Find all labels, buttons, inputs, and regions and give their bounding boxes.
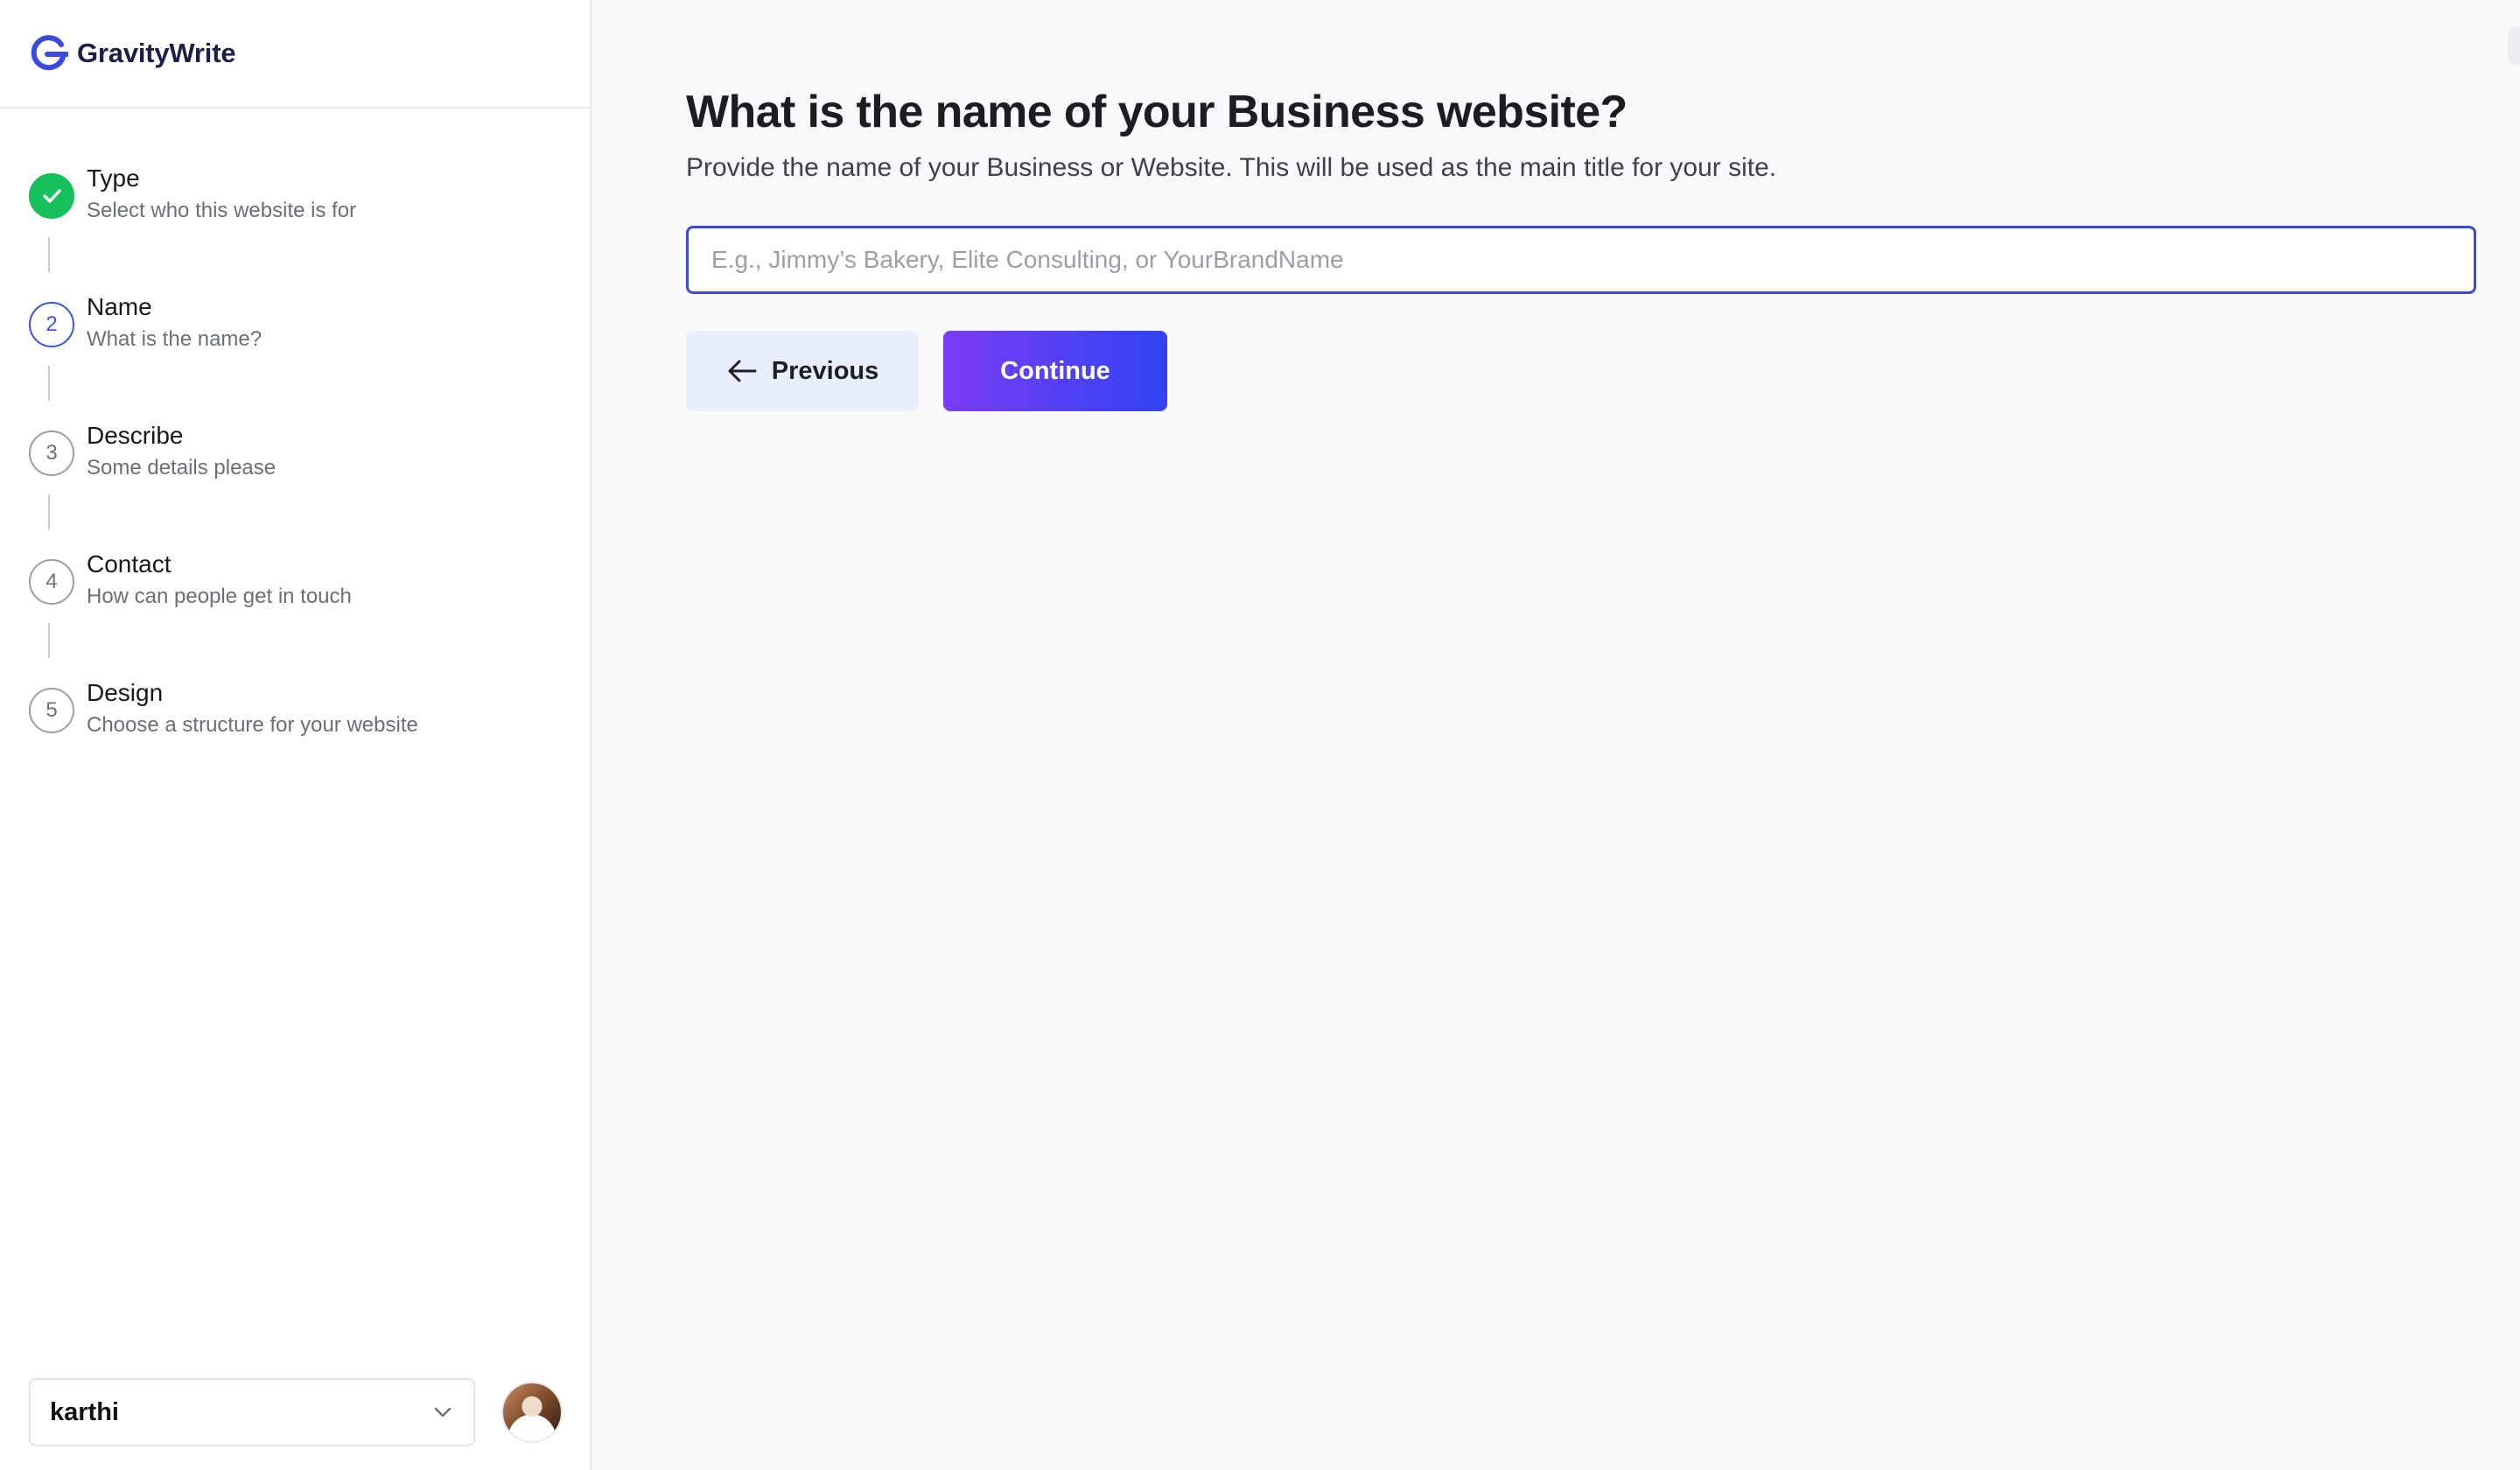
- continue-label: Continue: [1000, 356, 1110, 385]
- step-connector: [48, 366, 50, 401]
- sidebar: GravityWrite Type Select who this websit…: [0, 0, 592, 1470]
- app-root: GravityWrite Type Select who this websit…: [0, 0, 2520, 1470]
- name-step-card: What is the name of your Business websit…: [626, 26, 2520, 488]
- previous-label: Previous: [771, 356, 879, 385]
- step-subtitle: Choose a structure for your website: [87, 713, 418, 737]
- step-connector: [48, 623, 50, 658]
- chevron-down-icon: [434, 1407, 452, 1418]
- brand-header: GravityWrite: [0, 0, 590, 108]
- step-number: 4: [29, 559, 74, 605]
- step-connector: [48, 237, 50, 272]
- step-connector: [48, 494, 50, 529]
- step-name[interactable]: 2 Name What is the name?: [29, 291, 590, 354]
- step-title: Type: [87, 164, 140, 192]
- account-name: karthi: [50, 1397, 119, 1426]
- account-area: karthi: [29, 1377, 564, 1447]
- check-icon: [29, 173, 74, 219]
- step-describe[interactable]: 3 Describe Some details please: [29, 420, 590, 482]
- main-content: What is the name of your Business websit…: [592, 0, 2520, 1470]
- form-actions: Previous Continue: [686, 331, 2520, 411]
- step-design[interactable]: 5 Design Choose a structure for your web…: [29, 677, 590, 739]
- arrow-left-icon: [728, 360, 757, 382]
- previous-button[interactable]: Previous: [686, 331, 919, 411]
- business-name-input[interactable]: [686, 226, 2476, 294]
- page-title: What is the name of your Business websit…: [686, 87, 1628, 137]
- step-subtitle: How can people get in touch: [87, 584, 352, 608]
- continue-button[interactable]: Continue: [943, 331, 1167, 411]
- step-title: Describe: [87, 422, 184, 449]
- step-contact[interactable]: 4 Contact How can people get in touch: [29, 549, 590, 611]
- step-type[interactable]: Type Select who this website is for: [29, 163, 590, 225]
- step-title: Contact: [87, 550, 172, 578]
- avatar[interactable]: [501, 1382, 563, 1443]
- step-number: 5: [29, 688, 74, 733]
- step-number: 2: [29, 302, 74, 347]
- step-subtitle: Some details please: [87, 456, 276, 480]
- account-select[interactable]: karthi: [29, 1378, 475, 1446]
- step-subtitle: What is the name?: [87, 327, 262, 351]
- step-title: Design: [87, 679, 164, 706]
- brand-name: GravityWrite: [77, 38, 236, 68]
- step-subtitle: Select who this website is for: [87, 199, 357, 222]
- step-title: Name: [87, 293, 152, 320]
- gravitywrite-logo-icon: [31, 35, 68, 71]
- stepper: Type Select who this website is for 2 Na…: [0, 108, 590, 739]
- page-description: Provide the name of your Business or Web…: [686, 153, 1777, 182]
- step-number: 3: [29, 430, 74, 476]
- collapse-handle[interactable]: [2508, 26, 2520, 65]
